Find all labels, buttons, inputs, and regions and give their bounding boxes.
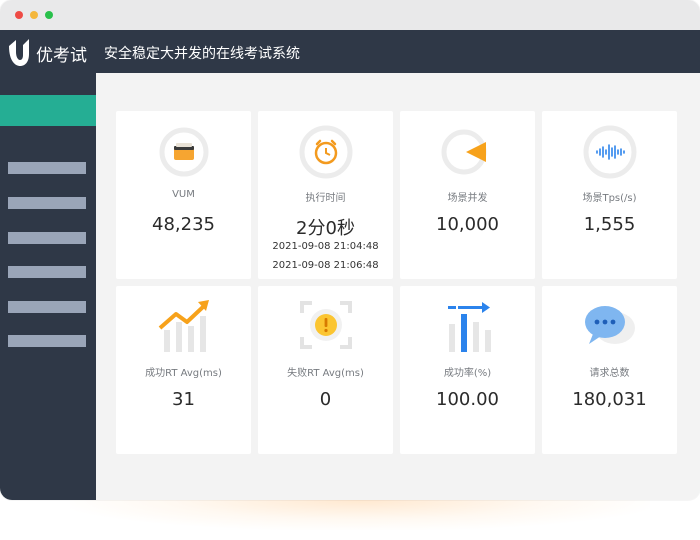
close-window-button[interactable] [15,11,23,19]
stat-label: 执行时间 [305,193,346,204]
stat-value: 100.00 [436,389,499,410]
sidebar-item-active[interactable] [0,95,96,126]
sidebar-item[interactable] [8,162,86,174]
stat-value: 10,000 [436,214,499,235]
sidebar-item[interactable] [8,266,86,278]
maximize-window-button[interactable] [45,11,53,19]
stat-label: 场景Tps(/s) [582,193,637,204]
stat-label: 失败RT Avg(ms) [287,368,364,379]
sound-wave-icon [583,125,636,179]
sidebar-item[interactable] [8,301,86,313]
stat-label: 场景并发 [447,193,488,204]
stat-label: 请求总数 [589,368,630,379]
alarm-clock-icon [299,125,352,179]
stat-card-vum: VUM 48,235 [116,111,251,279]
warning-scan-icon [299,301,352,349]
stat-card-tps: 场景Tps(/s) 1,555 [542,111,677,279]
stat-value: 31 [172,389,195,410]
dashboard-main: VUM 48,235 执行时间 2分0秒 2021-09-08 21:04:48… [96,73,700,500]
stat-card-concurrency: 场景并发 10,000 [400,111,535,279]
stat-label: VUM [172,189,195,200]
bar-chart-icon [447,302,491,352]
stat-value: 1,555 [583,214,636,235]
stat-card-duration: 执行时间 2分0秒 2021-09-08 21:04:48 2021-09-08… [258,111,393,279]
stat-value: 180,031 [572,389,647,410]
stat-value: 2分0秒 [296,218,355,239]
wallet-icon [159,127,208,177]
brand-name: 优考试 [36,46,87,66]
app-header: 优考试 安全稳定大并发的在线考试系统 [0,30,700,73]
app-window: 优考试 安全稳定大并发的在线考试系统 VUM 48,235 执行时间 2分0秒 … [0,0,700,500]
play-triangle-icon [441,129,486,175]
stat-value: 0 [319,389,332,410]
sidebar-item[interactable] [8,197,86,209]
chat-bubble-icon [584,306,635,344]
start-time: 2021-09-08 21:04:48 [272,241,379,252]
stat-card-success-rate: 成功率(%) 100.00 [400,286,535,454]
sidebar-item[interactable] [8,232,86,244]
stat-label: 成功率(%) [443,368,492,379]
stat-value: 48,235 [152,214,215,235]
stat-card-total-requests: 请求总数 180,031 [542,286,677,454]
trend-up-chart-icon [158,300,209,352]
stat-label: 成功RT Avg(ms) [145,368,222,379]
stat-card-success-rt: 成功RT Avg(ms) 31 [116,286,251,454]
sidebar-item[interactable] [8,335,86,347]
page-title: 安全稳定大并发的在线考试系统 [104,46,300,62]
sidebar [0,73,96,500]
minimize-window-button[interactable] [30,11,38,19]
window-titlebar [0,0,700,30]
stat-card-fail-rt: 失败RT Avg(ms) 0 [258,286,393,454]
end-time: 2021-09-08 21:06:48 [272,260,379,271]
logo-icon [9,39,29,66]
